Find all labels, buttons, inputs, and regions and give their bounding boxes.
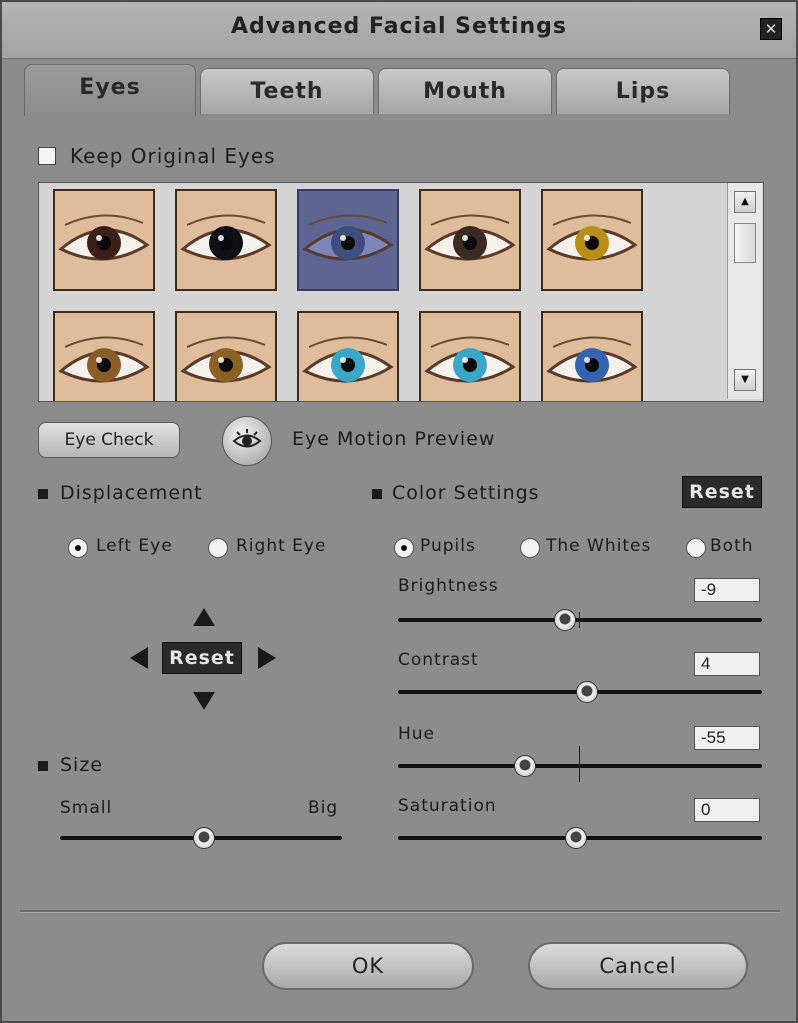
- gallery-scrollbar[interactable]: ▲ ▼: [727, 183, 762, 399]
- dialog-title: Advanced Facial Settings: [230, 14, 568, 39]
- eye-option-thumbnail[interactable]: [53, 311, 155, 401]
- size-min-label: Small: [60, 798, 113, 818]
- brightness-center-tick: [579, 612, 580, 628]
- scrollbar-thumb[interactable]: [734, 223, 756, 263]
- left-eye-radio[interactable]: [68, 538, 88, 558]
- tab-lips[interactable]: Lips: [556, 68, 730, 114]
- advanced-facial-settings-dialog: Advanced Facial Settings ✕ Eyes Teeth Mo…: [0, 0, 798, 1023]
- brightness-slider[interactable]: [398, 606, 762, 636]
- saturation-label: Saturation: [398, 796, 497, 816]
- size-heading: Size: [60, 754, 104, 776]
- color-settings-bullet: [372, 489, 382, 499]
- eye-motion-preview-label: Eye Motion Preview: [292, 428, 496, 450]
- eye-option-thumbnail[interactable]: [541, 311, 643, 401]
- eye-icon: [232, 429, 262, 448]
- hue-value-field[interactable]: [694, 726, 760, 750]
- the-whites-radio[interactable]: [520, 538, 540, 558]
- eye-option-thumbnail[interactable]: [53, 189, 155, 291]
- right-eye-label: Right Eye: [236, 536, 327, 556]
- eye-image: [543, 191, 641, 289]
- size-max-label: Big: [308, 798, 339, 818]
- color-settings-reset-button[interactable]: Reset: [682, 476, 762, 508]
- eye-option-thumbnail[interactable]: [297, 311, 399, 401]
- move-down-icon[interactable]: [193, 692, 215, 710]
- move-up-icon[interactable]: [193, 608, 215, 626]
- tab-teeth[interactable]: Teeth: [200, 68, 374, 114]
- contrast-slider[interactable]: [398, 678, 762, 708]
- the-whites-label: The Whites: [546, 536, 652, 556]
- brightness-slider-knob[interactable]: [554, 609, 577, 631]
- pupils-radio[interactable]: [394, 538, 414, 558]
- size-slider[interactable]: [60, 824, 342, 854]
- eye-motion-preview-button[interactable]: [222, 416, 272, 466]
- contrast-slider-knob[interactable]: [576, 681, 599, 703]
- eye-option-thumbnail[interactable]: [297, 189, 399, 291]
- scroll-up-icon[interactable]: ▲: [734, 191, 756, 213]
- eye-check-button[interactable]: Eye Check: [38, 422, 180, 458]
- hue-slider-knob[interactable]: [514, 755, 537, 777]
- displacement-reset-button[interactable]: Reset: [162, 642, 242, 674]
- brightness-slider-track: [398, 618, 762, 622]
- eye-image: [299, 191, 397, 289]
- eye-image: [299, 313, 397, 401]
- eye-option-thumbnail[interactable]: [175, 189, 277, 291]
- footer-divider: [20, 910, 780, 913]
- size-bullet: [38, 761, 48, 771]
- keep-original-eyes-checkbox[interactable]: [38, 147, 56, 165]
- eye-gallery: ▲ ▼: [38, 182, 764, 402]
- hue-label: Hue: [398, 724, 436, 744]
- cancel-button[interactable]: Cancel: [528, 942, 748, 990]
- saturation-slider[interactable]: [398, 824, 762, 854]
- tab-eyes[interactable]: Eyes: [24, 64, 196, 116]
- eye-option-thumbnail[interactable]: [419, 189, 521, 291]
- both-label: Both: [710, 536, 754, 556]
- eye-image: [55, 313, 153, 401]
- ok-button[interactable]: OK: [262, 942, 474, 990]
- pupils-label: Pupils: [420, 536, 476, 556]
- hue-center-tick: [579, 746, 580, 782]
- size-slider-knob[interactable]: [192, 827, 215, 849]
- move-left-icon[interactable]: [130, 647, 148, 669]
- eye-image: [177, 313, 275, 401]
- tab-mouth[interactable]: Mouth: [378, 68, 552, 114]
- eye-option-thumbnail[interactable]: [541, 189, 643, 291]
- eye-image: [55, 191, 153, 289]
- displacement-bullet: [38, 489, 48, 499]
- eye-image: [421, 313, 519, 401]
- contrast-value-field[interactable]: [694, 652, 760, 676]
- saturation-slider-knob[interactable]: [565, 827, 588, 849]
- eye-image: [543, 313, 641, 401]
- keep-original-eyes-label: Keep Original Eyes: [70, 144, 276, 168]
- eye-image: [421, 191, 519, 289]
- brightness-label: Brightness: [398, 576, 499, 596]
- right-eye-radio[interactable]: [208, 538, 228, 558]
- brightness-value-field[interactable]: [694, 578, 760, 602]
- contrast-label: Contrast: [398, 650, 479, 670]
- both-radio[interactable]: [686, 538, 706, 558]
- eye-option-thumbnail[interactable]: [175, 311, 277, 401]
- left-eye-label: Left Eye: [96, 536, 173, 556]
- color-settings-heading: Color Settings: [392, 482, 540, 504]
- title-bar[interactable]: Advanced Facial Settings ✕: [2, 2, 796, 59]
- displacement-heading: Displacement: [60, 482, 203, 504]
- scroll-down-icon[interactable]: ▼: [734, 369, 756, 391]
- eye-image: [177, 191, 275, 289]
- hue-slider-track: [398, 764, 762, 768]
- close-icon[interactable]: ✕: [760, 18, 782, 40]
- saturation-value-field[interactable]: [694, 798, 760, 822]
- keep-original-eyes-option[interactable]: Keep Original Eyes: [38, 144, 276, 168]
- move-right-icon[interactable]: [258, 647, 276, 669]
- eye-option-thumbnail[interactable]: [419, 311, 521, 401]
- hue-slider[interactable]: [398, 746, 762, 782]
